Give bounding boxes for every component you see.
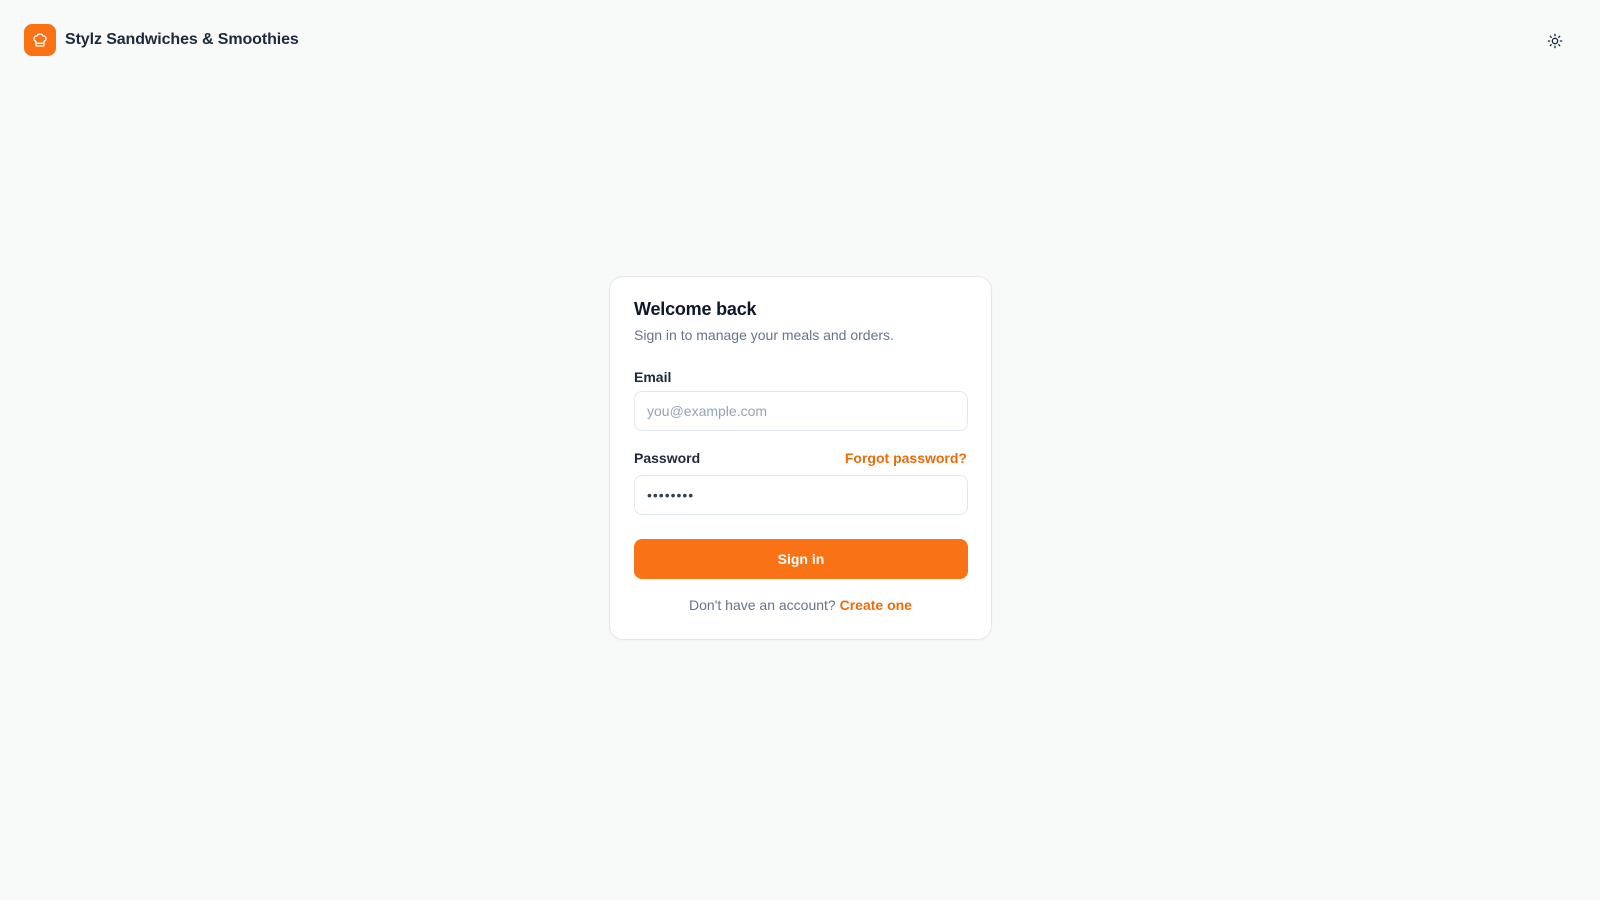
forgot-password-link[interactable]: Forgot password?	[845, 450, 967, 466]
login-card: Welcome back Sign in to manage your meal…	[609, 276, 992, 640]
password-label: Password	[634, 450, 701, 466]
signup-prompt: Don't have an account? Create one	[610, 597, 991, 613]
top-bar: Stylz Sandwiches & Smoothies	[0, 0, 1600, 80]
password-field[interactable]	[634, 475, 968, 515]
no-account-text: Don't have an account?	[689, 597, 836, 613]
login-subtitle: Sign in to manage your meals and orders.	[634, 327, 894, 343]
email-field[interactable]	[634, 391, 968, 431]
create-account-link[interactable]: Create one	[840, 597, 912, 613]
theme-toggle-button[interactable]	[1540, 26, 1570, 56]
sign-in-button[interactable]: Sign in	[634, 539, 968, 579]
sun-icon	[1547, 33, 1563, 49]
email-label: Email	[634, 369, 672, 385]
login-title: Welcome back	[634, 299, 757, 319]
brand[interactable]: Stylz Sandwiches & Smoothies	[24, 24, 299, 56]
brand-name: Stylz Sandwiches & Smoothies	[65, 31, 299, 48]
chef-hat-icon	[24, 24, 56, 56]
